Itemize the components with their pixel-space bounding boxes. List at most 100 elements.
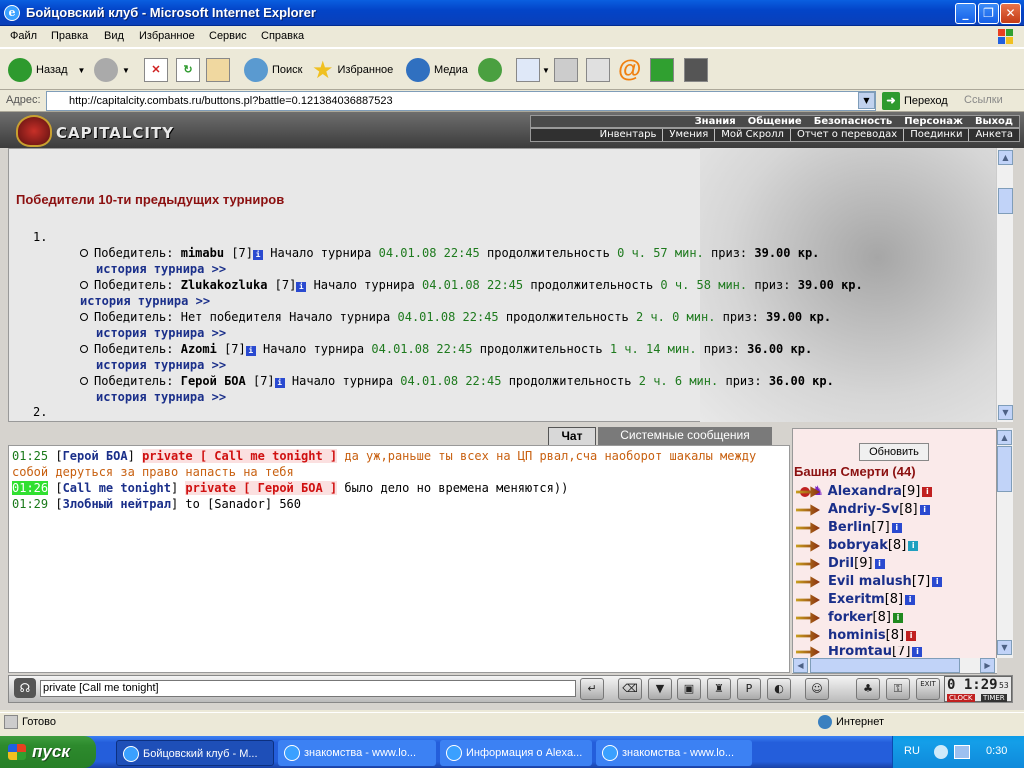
scroll-thumb[interactable] xyxy=(998,188,1013,214)
home-button[interactable] xyxy=(206,55,230,85)
info-icon[interactable]: i xyxy=(245,346,256,356)
menu-file[interactable]: Файл xyxy=(10,30,37,42)
chevron-down-icon[interactable]: ▼ xyxy=(542,66,550,75)
scroll-down-icon[interactable]: ▼ xyxy=(997,640,1012,655)
info-icon[interactable]: i xyxy=(906,631,917,641)
icq-button[interactable] xyxy=(650,55,674,85)
address-input[interactable]: http://capitalcity.combats.ru/buttons.pl… xyxy=(46,91,876,111)
task-item-active[interactable]: Бойцовский клуб - M... xyxy=(116,740,274,766)
private-message-icon[interactable] xyxy=(796,522,820,534)
private-message-icon[interactable] xyxy=(796,540,820,552)
menu-view[interactable]: Вид xyxy=(104,30,124,42)
private-message-icon[interactable] xyxy=(796,558,820,570)
info-icon[interactable]: i xyxy=(891,523,902,533)
tournament-scrollbar[interactable]: ▲ ▼ xyxy=(996,148,1013,422)
nav-skills[interactable]: Умения xyxy=(662,129,714,141)
go-button[interactable]: ➜ Переход xyxy=(882,92,948,110)
nav-battles[interactable]: Поединки xyxy=(903,129,968,141)
chevron-down-icon[interactable]: ▼ xyxy=(858,92,875,109)
speak-icon[interactable]: ☊ xyxy=(14,678,36,698)
exit-button[interactable]: EXIT xyxy=(916,678,940,700)
media-button[interactable]: Медиа xyxy=(406,55,468,85)
forward-button[interactable]: ▼ xyxy=(94,55,130,85)
minimize-button[interactable]: _ xyxy=(955,3,976,24)
chat-speed-icon[interactable]: ◐ xyxy=(767,678,791,700)
history-link[interactable]: история турнира >> xyxy=(80,262,226,276)
info-icon[interactable]: i xyxy=(874,559,885,569)
scroll-up-icon[interactable]: ▲ xyxy=(997,430,1012,445)
smiley-icon[interactable]: ☺ xyxy=(805,678,829,700)
back-tray-icon[interactable] xyxy=(934,745,948,759)
online-scrollbar[interactable]: ▲ ▼ xyxy=(997,428,1013,658)
save-icon[interactable]: ▣ xyxy=(677,678,701,700)
nav-exit[interactable]: Выход xyxy=(969,116,1019,127)
refresh-button[interactable]: ↻ xyxy=(176,55,200,85)
favorites-button[interactable]: ★ Избранное xyxy=(312,55,393,85)
history-link[interactable]: история турнира >> xyxy=(80,326,226,340)
filter-icon[interactable]: ▼ xyxy=(648,678,672,700)
scroll-right-icon[interactable]: ▶ xyxy=(980,658,995,673)
language-indicator[interactable]: RU xyxy=(904,745,920,757)
nav-my-scroll[interactable]: Мой Скролл xyxy=(714,129,790,141)
nav-inventory[interactable]: Инвентарь xyxy=(594,129,663,141)
history-link[interactable]: история турнира >> xyxy=(80,390,226,404)
nav-communication[interactable]: Общение xyxy=(742,116,808,127)
info-icon[interactable]: i xyxy=(274,378,285,388)
info-icon[interactable]: i xyxy=(908,541,919,551)
close-button[interactable]: ✕ xyxy=(1000,3,1021,24)
stop-button[interactable]: ✕ xyxy=(144,55,168,85)
menu-favorites[interactable]: Избранное xyxy=(139,30,195,42)
menu-tools[interactable]: Сервис xyxy=(209,30,247,42)
back-button[interactable]: Назад ▼ xyxy=(8,55,85,85)
mail-button[interactable]: ▼ xyxy=(516,55,550,85)
private-message-icon[interactable] xyxy=(796,594,820,606)
info-icon[interactable]: i xyxy=(296,282,307,292)
tab-chat[interactable]: Чат xyxy=(548,427,596,445)
menu-edit[interactable]: Правка xyxy=(51,30,88,42)
extra-button[interactable] xyxy=(684,55,708,85)
menu-help[interactable]: Справка xyxy=(261,30,304,42)
scroll-thumb[interactable] xyxy=(810,658,960,673)
info-icon[interactable]: i xyxy=(922,487,933,497)
online-hscrollbar[interactable]: ◀ ▶ xyxy=(792,658,997,673)
send-button[interactable]: ↵ xyxy=(580,678,604,700)
chevron-down-icon[interactable]: ▼ xyxy=(78,66,86,75)
private-message-icon[interactable] xyxy=(796,576,820,588)
task-item[interactable]: знакомства - www.lo... xyxy=(278,740,436,766)
private-message-icon[interactable] xyxy=(796,504,820,516)
history-button[interactable] xyxy=(478,55,506,85)
history-link[interactable]: история турнира >> xyxy=(80,294,210,308)
task-item[interactable]: знакомства - www.lo... xyxy=(596,740,752,766)
chat-input[interactable]: private [Call me tonight] xyxy=(40,680,576,697)
scroll-left-icon[interactable]: ◀ xyxy=(793,658,808,673)
refresh-online-button[interactable]: Обновить xyxy=(859,443,929,461)
private-message-icon[interactable] xyxy=(796,612,820,624)
lock-icon[interactable]: ⚿ xyxy=(886,678,910,700)
private-message-icon[interactable] xyxy=(796,646,820,658)
history-link[interactable]: история турнира >> xyxy=(80,358,226,372)
nav-character[interactable]: Персонаж xyxy=(898,116,969,127)
start-button[interactable]: пуск xyxy=(0,736,96,768)
info-icon[interactable]: i xyxy=(932,577,943,587)
info-icon[interactable]: i xyxy=(912,647,923,657)
nav-security[interactable]: Безопасность xyxy=(808,116,899,127)
task-item[interactable]: Информация о Alexa... xyxy=(440,740,592,766)
network-icon[interactable] xyxy=(954,745,970,759)
bag-icon[interactable]: ♣ xyxy=(856,678,880,700)
scroll-down-icon[interactable]: ▼ xyxy=(998,405,1013,420)
info-icon[interactable]: i xyxy=(905,595,916,605)
eraser-icon[interactable]: ⌫ xyxy=(618,678,642,700)
links-button[interactable]: Ссылки xyxy=(964,94,1003,106)
info-icon[interactable]: i xyxy=(253,250,263,260)
mailru-button[interactable]: @ xyxy=(618,55,641,85)
scroll-up-icon[interactable]: ▲ xyxy=(998,150,1013,165)
nav-knowledge[interactable]: Знания xyxy=(689,116,742,127)
search-button[interactable]: Поиск xyxy=(244,55,302,85)
info-icon[interactable]: i xyxy=(892,613,903,623)
print-button[interactable] xyxy=(554,55,578,85)
maximize-button[interactable]: ❐ xyxy=(978,3,999,24)
info-icon[interactable]: i xyxy=(919,505,930,515)
p-l-icon[interactable]: P xyxy=(737,678,761,700)
chevron-down-icon[interactable]: ▼ xyxy=(122,66,130,75)
private-message-icon[interactable] xyxy=(796,630,820,642)
